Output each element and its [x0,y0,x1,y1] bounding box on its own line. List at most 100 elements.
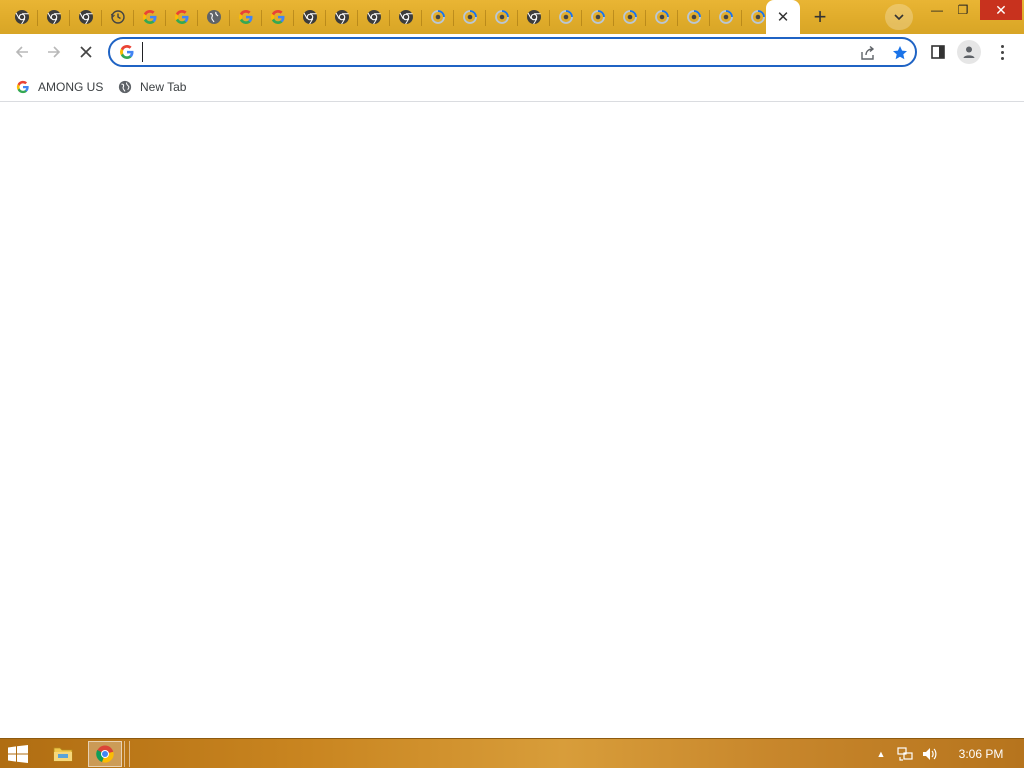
google-icon [120,45,134,59]
browser-tab[interactable] [262,0,294,34]
minimize-icon: — [931,3,943,17]
google-icon [16,80,29,94]
close-icon [80,46,92,58]
browser-tab[interactable] [102,0,134,34]
taskbar-clock[interactable]: 3:06 PM [950,747,1012,761]
globe-icon [207,10,221,24]
browser-tab[interactable] [710,0,742,34]
chrome-icon [15,10,29,25]
more-menu-button[interactable] [992,40,1012,64]
chrome-icon [367,10,381,25]
history-icon [110,10,125,24]
browser-tab[interactable] [166,0,198,34]
plus-icon: + [813,4,827,29]
new-tab-button[interactable]: + [806,4,834,30]
google-icon [143,10,157,24]
bookmark-label: New Tab [140,80,187,94]
browser-tab[interactable] [550,0,582,34]
share-button[interactable] [858,43,878,63]
active-tab[interactable]: ✕ [766,0,800,34]
speaker-icon [923,748,937,760]
arrow-left-icon [15,46,28,58]
google-icon [175,10,189,24]
back-button[interactable] [8,38,36,66]
avatar-icon [963,46,975,58]
taskbar-grip [124,741,130,767]
browser-tab[interactable] [646,0,678,34]
chrome-icon [303,10,317,25]
windows-start-icon[interactable] [8,745,28,763]
forward-button[interactable] [40,38,68,66]
loading-icon [655,10,669,24]
browser-tab[interactable] [198,0,230,34]
loading-icon [623,10,637,24]
kebab-dot [1000,44,1004,48]
tab-search-button[interactable] [885,4,913,30]
google-icon [271,10,285,24]
close-window-button[interactable]: ✕ [980,0,1022,20]
browser-tab[interactable] [454,0,486,34]
loading-icon [591,10,605,24]
browser-tab[interactable] [326,0,358,34]
kebab-dot [1000,50,1004,54]
folder-icon [53,747,73,762]
chrome-icon [96,745,114,763]
network-icon [897,747,913,761]
profile-button[interactable] [957,40,981,64]
stop-loading-button[interactable] [72,38,100,66]
browser-tab[interactable] [390,0,422,34]
browser-tab[interactable] [614,0,646,34]
show-hidden-icons-button[interactable]: ▲ [874,746,888,762]
loading-icon [495,10,509,24]
side-panel-icon [931,45,945,59]
restore-button[interactable]: ❐ [948,0,978,20]
browser-tab[interactable] [518,0,550,34]
browser-tab[interactable] [358,0,390,34]
star-icon [893,46,907,60]
browser-tab[interactable] [134,0,166,34]
restore-icon: ❐ [957,3,969,17]
bookmark-among-us[interactable]: AMONG US [10,76,109,98]
browser-tab[interactable] [582,0,614,34]
browser-tab[interactable] [486,0,518,34]
browser-tab[interactable] [678,0,710,34]
loading-icon [687,10,701,24]
taskbar: ▲ 3:06 PM [0,738,1024,768]
network-button[interactable] [896,746,914,762]
loading-icon [431,10,445,24]
bookmark-star-button[interactable] [890,43,910,63]
arrow-right-icon [48,46,61,58]
address-bar[interactable] [108,37,917,67]
loading-icon [719,10,733,24]
taskbar-chrome[interactable] [88,741,122,767]
chrome-icon [79,10,93,25]
chrome-icon [335,10,349,25]
browser-tab[interactable] [230,0,262,34]
page-content[interactable] [0,103,1024,738]
chrome-icon [527,10,541,25]
bookmark-label: AMONG US [38,80,104,94]
chrome-icon [399,10,413,25]
browser-tab[interactable] [70,0,102,34]
taskbar-file-explorer[interactable] [44,741,82,767]
side-panel-button[interactable] [928,41,948,63]
globe-icon [118,80,132,94]
tab-list [6,0,774,34]
close-icon: ✕ [995,1,1007,18]
volume-button[interactable] [920,746,940,762]
share-icon [861,45,875,60]
bookmark-new-tab[interactable]: New Tab [112,76,192,98]
address-input[interactable] [142,42,842,62]
browser-tab[interactable] [38,0,70,34]
tab-strip: ✕ + — ❐ ✕ [0,0,1024,34]
browser-tab[interactable] [6,0,38,34]
chevron-up-icon: ▲ [876,749,886,759]
chevron-down-icon [894,14,904,21]
chrome-icon [47,10,61,25]
browser-tab[interactable] [294,0,326,34]
loading-icon [463,10,477,24]
close-tab-icon[interactable]: ✕ [777,10,790,25]
google-icon [239,10,253,24]
browser-tab[interactable] [422,0,454,34]
kebab-dot [1000,56,1004,60]
